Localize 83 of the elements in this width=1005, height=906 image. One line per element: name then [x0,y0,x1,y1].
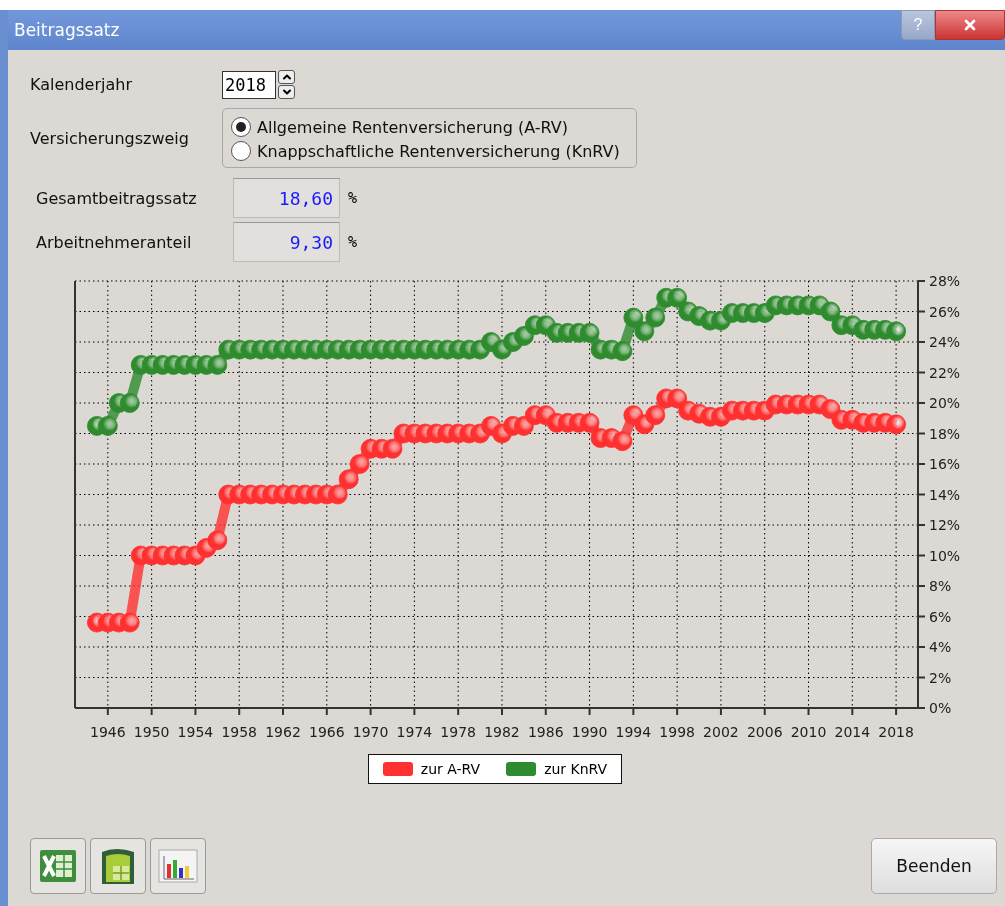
field-label: Versicherungszweig [30,128,190,148]
data-point [579,412,600,433]
y-tick-label: 28% [929,273,961,289]
data-point [634,321,655,342]
x-tick-label: 1966 [309,724,345,740]
y-tick-label: 26% [929,303,961,320]
window-title: Beitragssatz [14,20,120,40]
unit-label: % [348,189,358,207]
y-tick-label: 14% [929,486,961,503]
excel-export-button[interactable] [30,838,86,894]
x-tick-label: 1970 [352,724,389,740]
y-tick-label: 10% [929,547,961,564]
x-tick-label: 1954 [177,724,214,740]
data-point [645,405,666,426]
data-point [579,322,600,343]
y-tick-label: 2% [929,669,952,686]
data-point [338,469,359,490]
x-tick-label: 2002 [703,724,739,740]
data-point [207,530,228,551]
close-dialog-button[interactable]: Beenden [871,838,997,894]
x-tick-label: 1990 [571,724,608,740]
radio-option[interactable]: Knappschaftliche Rentenversicherung (KnRV) [231,141,620,161]
spin-down-button[interactable] [278,85,295,99]
x-tick-label: 1982 [484,724,520,740]
close-button[interactable] [935,10,1005,40]
legend-label: zur A-RV [420,761,481,777]
x-tick-label: 1978 [440,724,476,740]
data-point [207,355,228,375]
data-point [382,438,403,459]
field-label: Gesamtbeitragssatz [36,188,198,208]
x-tick-label: 1962 [265,724,301,740]
data-point [349,454,370,474]
x-tick-label: 1998 [659,724,695,740]
rate-field: 18,60 [233,178,340,218]
x-tick-label: 2006 [746,724,783,740]
radio-option[interactable]: Allgemeine Rentenversicherung (A-RV) [231,117,620,137]
field-label: Kalenderjahr [30,75,133,94]
data-point [667,287,688,308]
x-tick-label: 1974 [396,724,433,740]
data-point [513,326,534,346]
spreadsheet-export-button[interactable] [90,838,146,894]
data-point [645,307,666,328]
x-tick-label: 1958 [221,724,258,740]
data-point [612,431,633,452]
y-tick-label: 0% [929,700,952,716]
y-tick-label: 22% [929,364,961,381]
data-point [886,321,906,342]
data-point [119,393,140,413]
y-tick-label: 8% [929,578,952,594]
field-label: Arbeitnehmeranteil [36,232,193,252]
x-tick-label: 2010 [790,724,827,740]
year-field[interactable]: 2018 [222,70,276,99]
x-tick-label: 2014 [834,724,871,740]
spin-up-button[interactable] [278,70,295,84]
y-tick-label: 18% [929,425,961,442]
data-point [820,301,841,322]
y-tick-label: 6% [929,608,952,625]
data-point [327,484,348,505]
legend-swatch [506,762,537,776]
data-point [886,414,906,435]
data-point [513,416,534,436]
data-point [119,612,140,633]
y-tick-label: 4% [929,639,952,655]
y-tick-label: 24% [929,334,961,350]
close-icon [962,17,978,33]
x-tick-label: 2018 [878,724,914,740]
data-point [612,341,633,362]
y-tick-label: 16% [929,456,961,472]
x-tick-label: 1946 [90,724,126,740]
data-point [623,307,644,328]
radio-button[interactable] [231,141,251,161]
chart-button[interactable] [150,838,206,894]
data-point [667,388,688,409]
legend-label: zur KnRV [544,761,608,777]
x-tick-label: 1986 [527,724,564,740]
radio-button[interactable] [231,117,251,137]
unit-label: % [348,233,358,251]
rate-field: 9,30 [233,222,340,262]
y-tick-label: 12% [929,517,961,533]
y-tick-label: 20% [929,395,961,411]
x-tick-label: 1994 [615,724,652,740]
legend-swatch [382,762,413,776]
x-tick-label: 1950 [133,724,170,740]
